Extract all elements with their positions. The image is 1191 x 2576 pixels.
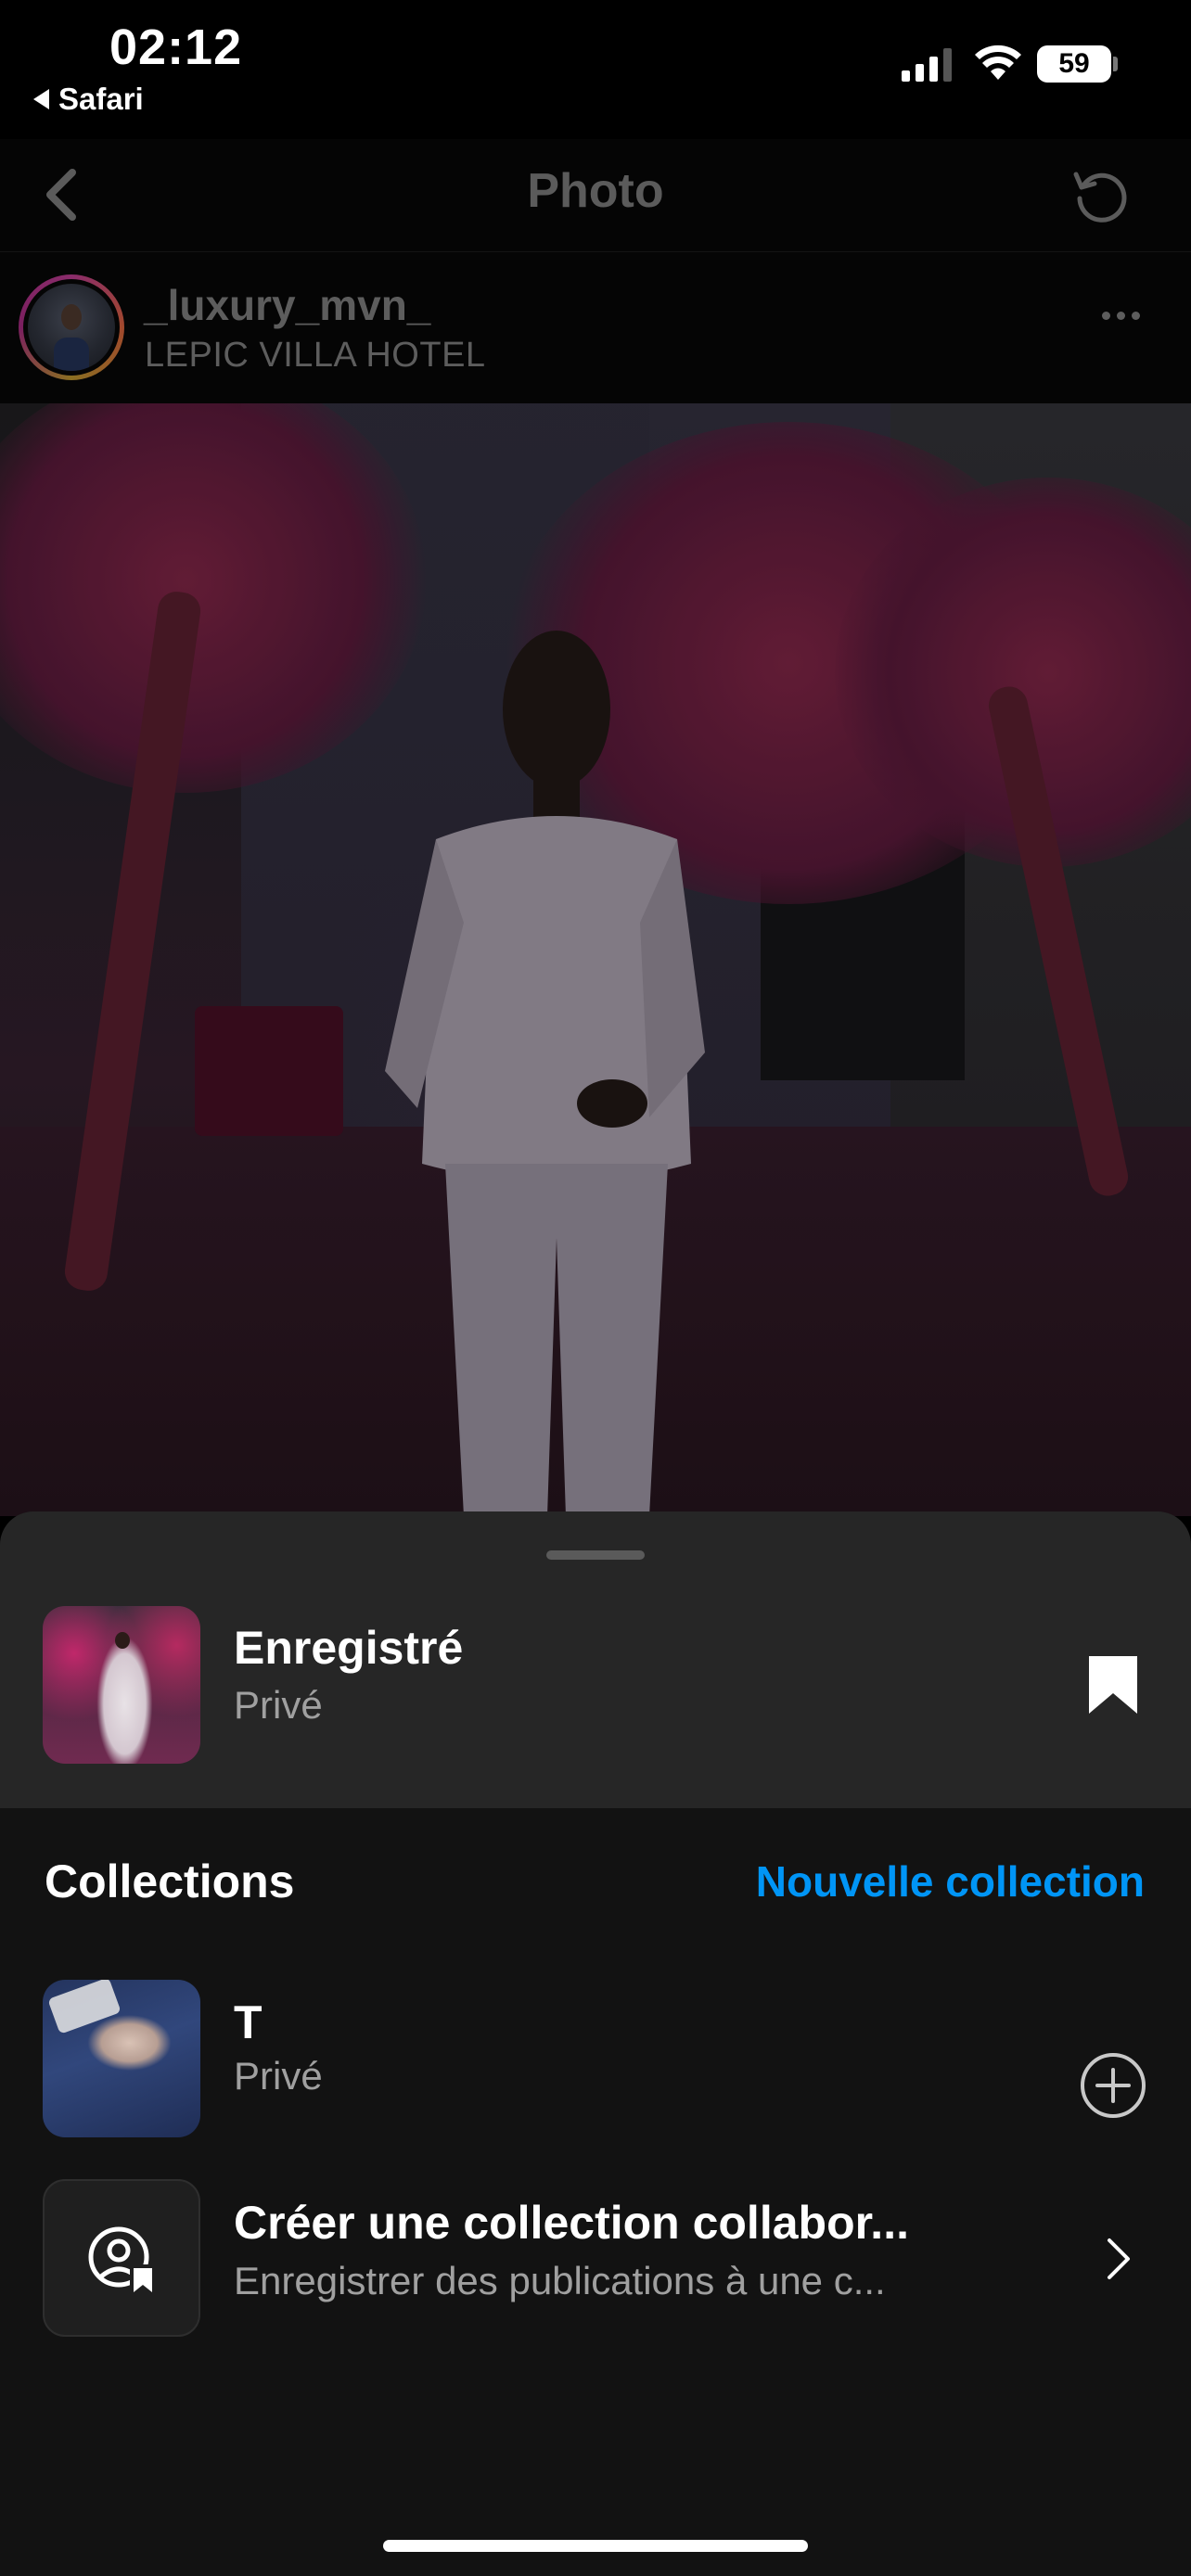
back-arrow-icon [33,89,49,109]
person-bookmark-icon [88,2226,156,2294]
save-bottom-sheet: Enregistré Privé Collections Nouvelle co… [0,1511,1191,2576]
saved-title: Enregistré [234,1622,464,1674]
battery-indicator: 59 [1037,45,1111,83]
post-username[interactable]: _luxury_mvn_ [144,280,430,330]
status-bar: 02:12 Safari 59 [0,0,1191,139]
plus-circle-icon[interactable] [1079,2051,1147,2120]
saved-privacy: Privé [234,1683,323,1727]
saved-thumbnail [43,1606,200,1764]
chevron-right-icon [1108,2238,1130,2279]
page-title: Photo [527,164,664,218]
collections-heading: Collections [45,1855,295,1907]
battery-tip [1113,57,1118,71]
back-app-label: Safari [58,82,144,116]
collection-thumbnail [43,1980,200,2137]
avatar[interactable] [19,274,124,380]
wifi-icon [975,45,1021,80]
home-indicator [383,2540,808,2552]
cellular-signal-icon [902,48,952,82]
saved-row[interactable]: Enregistré Privé [0,1511,1191,1808]
back-to-app-link[interactable]: Safari [33,82,144,117]
post-photo[interactable] [0,403,1191,1516]
screen: 02:12 Safari 59 Photo _luxury_mvn_ LEPIC… [0,0,1191,2576]
sheet-grabber[interactable] [546,1550,645,1560]
collab-title: Créer une collection collabor... [234,2197,909,2249]
nav-header: Photo [0,139,1191,252]
new-collection-button[interactable]: Nouvelle collection [756,1856,1145,1906]
post-header: _luxury_mvn_ LEPIC VILLA HOTEL [0,252,1191,403]
collab-subtitle: Enregistrer des publications à une c... [234,2259,886,2302]
status-time: 02:12 [109,19,243,75]
collection-privacy: Privé [234,2054,323,2098]
refresh-icon[interactable] [1063,158,1137,232]
collab-icon-box [43,2179,200,2337]
more-horizontal-icon[interactable] [1102,312,1140,320]
post-location[interactable]: LEPIC VILLA HOTEL [145,336,486,376]
collection-title: T [234,1996,263,2048]
bookmark-filled-icon[interactable] [1087,1654,1139,1715]
